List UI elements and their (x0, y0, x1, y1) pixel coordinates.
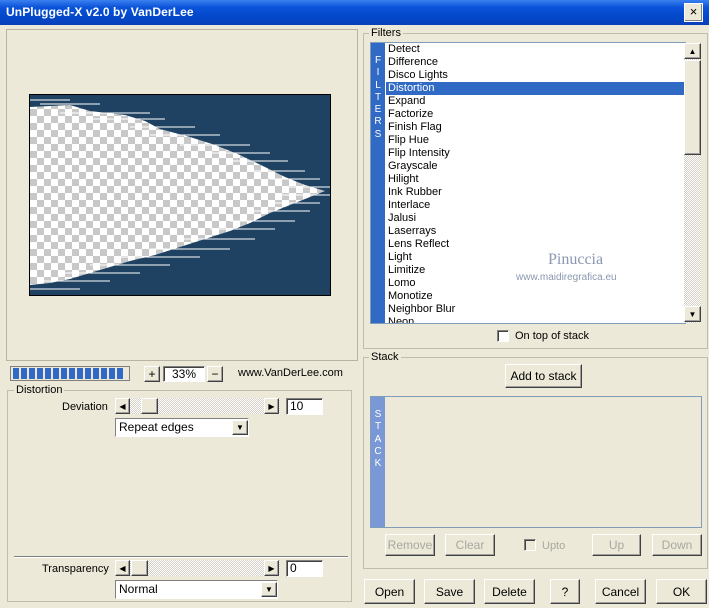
down-button[interactable]: Down (652, 534, 702, 556)
transparency-value-input[interactable]: 0 (286, 560, 323, 577)
zoom-in-button[interactable]: + (144, 366, 160, 382)
deviation-slider-thumb[interactable] (141, 398, 158, 414)
stack-sidebar-text: STACK (374, 409, 382, 470)
deviation-slider[interactable] (115, 398, 280, 414)
chevron-down-icon[interactable]: ▼ (261, 582, 277, 597)
down-arrow-icon: ▼ (688, 309, 697, 319)
add-to-stack-button[interactable]: Add to stack (505, 364, 582, 388)
save-button[interactable]: Save (424, 579, 475, 604)
filter-list-item[interactable]: Disco Lights (386, 69, 684, 82)
delete-button[interactable]: Delete (484, 579, 535, 604)
transparency-slider-thumb[interactable] (131, 560, 148, 576)
upto-checkbox[interactable] (524, 539, 536, 551)
up-button[interactable]: Up (592, 534, 641, 556)
filters-group-label: Filters (369, 27, 403, 39)
transparency-label: Transparency (42, 563, 109, 575)
on-top-label: On top of stack (515, 330, 589, 342)
right-arrow-icon: ▶ (268, 563, 275, 573)
filter-list-item[interactable]: Ink Rubber (386, 186, 684, 199)
open-button[interactable]: Open (364, 579, 415, 604)
remove-button[interactable]: Remove (385, 534, 435, 556)
zoom-out-button[interactable]: − (207, 366, 223, 382)
filter-list-item[interactable]: Detect (386, 43, 684, 56)
filter-list-item[interactable]: Distortion (386, 82, 684, 95)
left-arrow-icon: ◀ (119, 401, 126, 411)
filter-list-item[interactable]: Monotize (386, 290, 684, 303)
upto-label: Upto (542, 540, 566, 552)
filter-list-item[interactable]: Finish Flag (386, 121, 684, 134)
filter-list-item[interactable]: Flip Hue (386, 134, 684, 147)
filter-list-item[interactable]: Flip Intensity (386, 147, 684, 160)
filter-list-item[interactable]: Factorize (386, 108, 684, 121)
chevron-down-icon[interactable]: ▼ (232, 420, 248, 435)
preview-image[interactable] (29, 94, 331, 296)
filters-sidebar: FILTERS (371, 43, 385, 323)
right-arrow-icon: ▶ (268, 401, 275, 411)
deviation-label: Deviation (62, 401, 108, 413)
filter-list-item[interactable]: Jalusi (386, 212, 684, 225)
help-button[interactable]: ? (550, 579, 580, 604)
up-arrow-icon: ▲ (688, 46, 697, 56)
filters-sidebar-text: FILTERS (374, 55, 382, 140)
scroll-up-button[interactable]: ▲ (684, 43, 701, 59)
progress-bar (10, 366, 130, 381)
left-arrow-icon: ◀ (119, 563, 126, 573)
blend-mode-value: Normal (119, 582, 158, 596)
stack-list-box[interactable] (370, 396, 702, 528)
on-top-checkbox[interactable] (497, 330, 509, 342)
distortion-group-label: Distortion (14, 384, 65, 396)
filter-list-item[interactable]: Difference (386, 56, 684, 69)
cancel-button[interactable]: Cancel (595, 579, 646, 604)
zoom-level: 33% (163, 366, 205, 382)
divider (14, 556, 348, 558)
close-icon: × (689, 4, 698, 19)
transparency-right-arrow[interactable]: ▶ (264, 560, 279, 576)
filter-list-item[interactable]: Expand (386, 95, 684, 108)
stack-sidebar: STACK (371, 397, 385, 527)
scroll-down-button[interactable]: ▼ (684, 306, 701, 322)
scroll-thumb[interactable] (684, 60, 701, 155)
filter-list-item[interactable]: Grayscale (386, 160, 684, 173)
transparency-left-arrow[interactable]: ◀ (115, 560, 130, 576)
watermark-name: Pinuccia (548, 251, 604, 268)
filter-list-item[interactable]: Light (386, 251, 684, 264)
watermark-url: www.maidiregrafica.eu (516, 272, 617, 283)
filter-list-item[interactable]: Interlace (386, 199, 684, 212)
stack-group-label: Stack (369, 351, 401, 363)
deviation-right-arrow[interactable]: ▶ (264, 398, 279, 414)
filter-list-item[interactable]: Neon (386, 316, 684, 323)
deviation-value-input[interactable]: 10 (286, 398, 323, 415)
website-link[interactable]: www.VanDerLee.com (238, 367, 343, 379)
deviation-left-arrow[interactable]: ◀ (115, 398, 130, 414)
filter-list-item[interactable]: Neighbor Blur (386, 303, 684, 316)
close-button[interactable]: × (684, 3, 703, 22)
blend-mode-select[interactable]: Normal ▼ (115, 580, 278, 599)
filter-list-item[interactable]: Lens Reflect (386, 238, 684, 251)
filter-list-item[interactable]: Laserrays (386, 225, 684, 238)
ok-button[interactable]: OK (656, 579, 707, 604)
edge-mode-value: Repeat edges (119, 420, 194, 434)
clear-button[interactable]: Clear (445, 534, 495, 556)
edge-mode-select[interactable]: Repeat edges ▼ (115, 418, 249, 437)
filter-list-item[interactable]: Hilight (386, 173, 684, 186)
distortion-preview-graphic (30, 95, 330, 295)
window-title: UnPlugged-X v2.0 by VanDerLee (6, 5, 194, 19)
